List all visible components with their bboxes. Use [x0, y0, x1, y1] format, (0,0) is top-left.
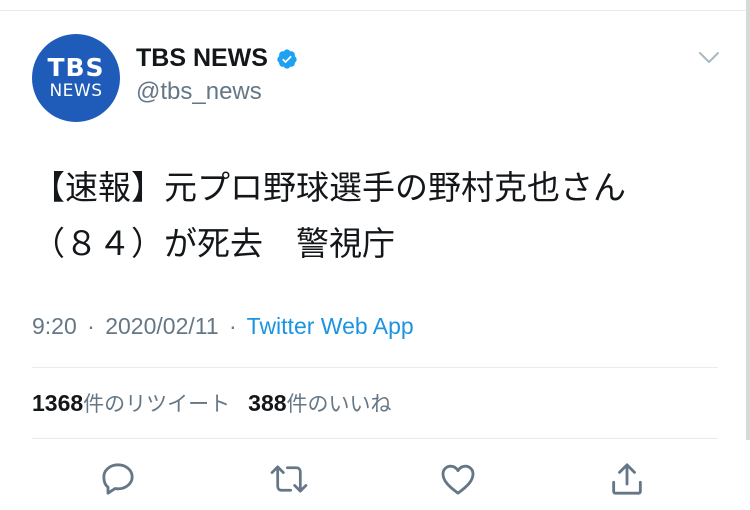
- verified-badge-icon: [277, 48, 297, 69]
- tweet-source-link[interactable]: Twitter Web App: [247, 313, 414, 339]
- avatar[interactable]: TBS NEWS: [32, 34, 120, 122]
- retweet-stat[interactable]: 1368件のリツイート: [32, 390, 231, 416]
- retweet-button[interactable]: [268, 458, 310, 500]
- reply-button[interactable]: [97, 458, 139, 500]
- tweet-time[interactable]: 9:20: [32, 313, 77, 339]
- share-icon: [612, 463, 642, 495]
- like-button[interactable]: [437, 458, 479, 500]
- share-button[interactable]: [606, 458, 648, 500]
- reply-icon: [102, 463, 134, 495]
- top-divider: [0, 10, 750, 11]
- tweet-text: 【速報】元プロ野球選手の野村克也さん （８４）が死去 警視庁: [32, 160, 722, 272]
- name-row: TBS NEWS: [136, 44, 298, 73]
- tweet-meta: 9:20 · 2020/02/11 · Twitter Web App: [32, 313, 414, 340]
- tweet-text-line-2: （８４）が死去 警視庁: [32, 224, 395, 263]
- like-count: 388: [248, 390, 287, 416]
- retweet-label: 件のリツイート: [83, 392, 231, 416]
- tweet-text-line-1: 【速報】元プロ野球選手の野村克也さん: [32, 168, 626, 207]
- avatar-logo-top: TBS: [47, 53, 105, 82]
- retweet-count: 1368: [32, 390, 84, 416]
- meta-separator-1: ·: [87, 313, 95, 339]
- like-label: 件のいいね: [286, 392, 392, 416]
- chevron-down-icon[interactable]: [698, 50, 720, 66]
- tweet-stats: 1368件のリツイート 388件のいいね: [32, 388, 392, 418]
- meta-separator-2: ·: [229, 313, 237, 339]
- tweet-card: TBS NEWS TBS NEWS @tbs_news 【速報】元プロ野球選手の…: [0, 0, 750, 510]
- retweet-icon: [270, 465, 308, 493]
- divider: [32, 367, 718, 368]
- heart-icon: [441, 464, 475, 495]
- divider: [32, 438, 718, 439]
- scrollbar[interactable]: [746, 0, 750, 440]
- display-name[interactable]: TBS NEWS: [136, 44, 268, 73]
- avatar-logo-bottom: NEWS: [49, 81, 103, 101]
- tweet-date[interactable]: 2020/02/11: [105, 313, 218, 339]
- handle[interactable]: @tbs_news: [136, 78, 262, 106]
- like-stat[interactable]: 388件のいいね: [248, 390, 392, 416]
